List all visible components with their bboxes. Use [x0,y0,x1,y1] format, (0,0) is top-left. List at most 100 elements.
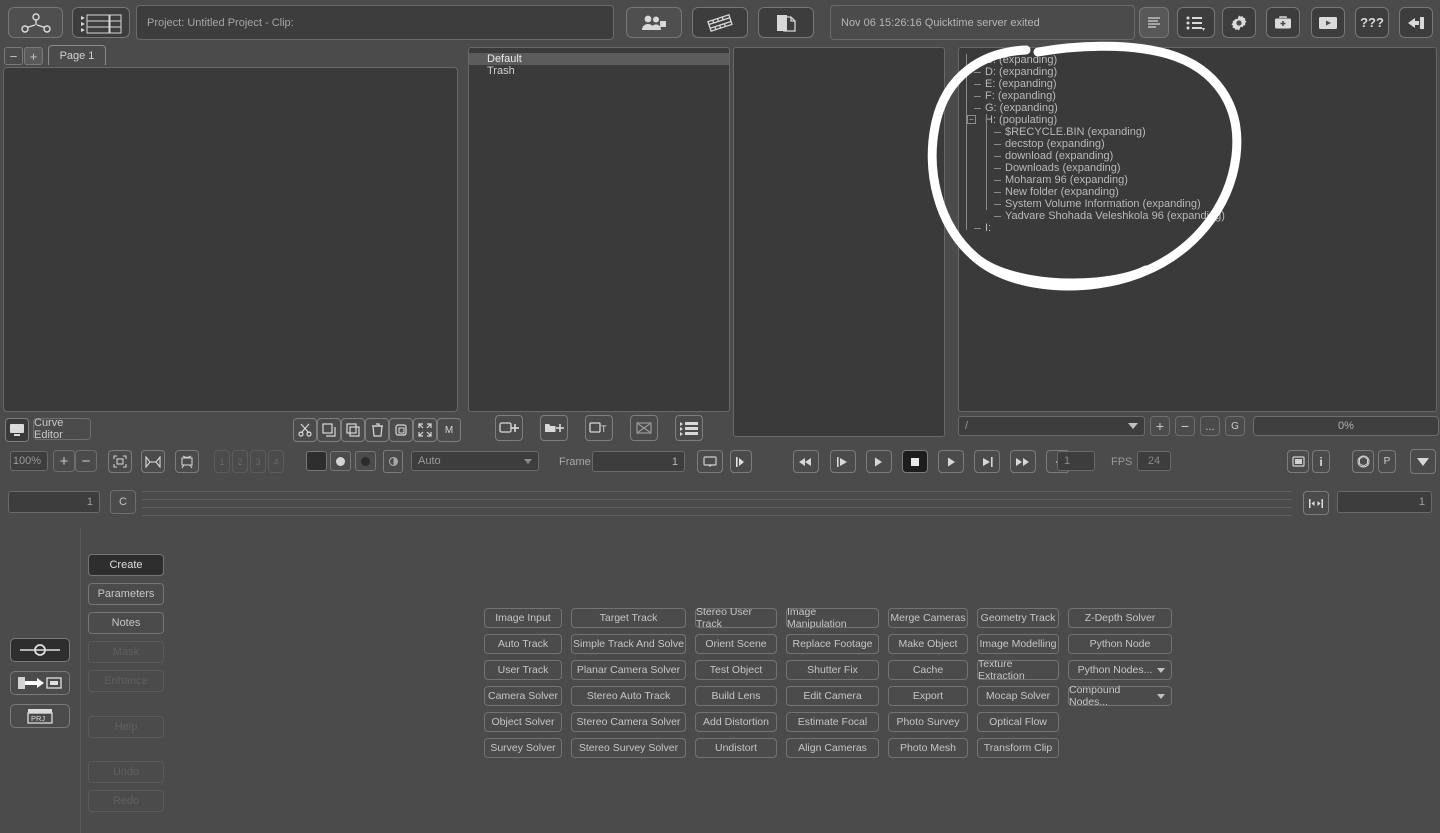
duplicate-icon[interactable] [389,418,413,442]
dropdown-icon[interactable] [1410,449,1436,474]
toolbox-icon[interactable] [1266,7,1300,38]
filter-dropdown[interactable]: Auto [411,451,539,471]
alpha-icon[interactable] [383,450,403,473]
node-button-geometry-track[interactable]: Geometry Track [977,608,1059,628]
remove-path-button[interactable]: − [1175,416,1195,436]
next-frame-icon[interactable] [974,450,1000,473]
fast-forward-icon[interactable] [1010,450,1036,473]
text-lines-icon[interactable] [1139,7,1169,38]
node-button-planar-camera-solver[interactable]: Planar Camera Solver [571,660,686,680]
file-tree-row[interactable]: System Volume Information (expanding) [967,198,1436,210]
keyframe-tool-icon[interactable] [10,638,70,662]
flip-view-icon[interactable] [141,450,165,473]
path-dropdown[interactable]: / [958,416,1145,436]
channel-2-button[interactable]: 2 [232,450,248,473]
file-tree-row[interactable]: decstop (expanding) [967,138,1436,150]
mask-button[interactable]: Mask [88,641,164,663]
undo-button[interactable]: Undo [88,761,164,783]
export-icon[interactable] [1399,7,1433,38]
timeline-end-field[interactable]: 1 [1337,491,1432,513]
step-field[interactable]: 1 [1057,451,1095,471]
fit-icon[interactable] [413,418,437,442]
file-tree-row[interactable]: E: (expanding) [967,78,1436,90]
bin-item-default[interactable]: Default [469,53,729,65]
zoom-in-button[interactable]: + [53,450,75,472]
node-button-photo-survey[interactable]: Photo Survey [888,712,968,732]
node-button-stereo-auto-track[interactable]: Stereo Auto Track [571,686,686,706]
range-icon[interactable] [1303,491,1329,515]
rename-clip-icon[interactable]: T [585,415,613,441]
timeline-c-button[interactable]: C [110,490,136,514]
node-button-user-track[interactable]: User Track [484,660,562,680]
file-tree-row[interactable]: G: (expanding) [967,102,1436,114]
fps-field[interactable]: 24 [1137,451,1171,471]
node-button-stereo-user-track[interactable]: Stereo User Track [695,606,777,630]
node-button-undistort[interactable]: Undistort [695,738,777,758]
node-button-simple-track-and-solve[interactable]: Simple Track And Solve [571,634,686,654]
fast-rewind-icon[interactable] [793,450,819,473]
node-button-make-object[interactable]: Make Object [888,634,968,654]
node-graph-canvas[interactable] [3,67,458,412]
node-button-python-node[interactable]: Python Node [1068,634,1172,654]
tree-expander-icon[interactable]: − [967,115,976,124]
set-range-icon[interactable] [697,450,723,473]
spreadsheet-icon[interactable] [72,7,130,38]
file-tree-row[interactable]: F: (expanding) [967,90,1436,102]
node-button-stereo-camera-solver[interactable]: Stereo Camera Solver [571,712,686,732]
enhance-button[interactable]: Enhance [88,670,164,692]
node-button-estimate-focal[interactable]: Estimate Focal [786,712,879,732]
node-button-add-distortion[interactable]: Add Distortion [695,712,777,732]
file-tree-row[interactable]: Moharam 96 (expanding) [967,174,1436,186]
info-icon[interactable]: i [1312,450,1330,473]
copy-page-icon[interactable] [758,7,814,38]
fit-view-icon[interactable] [108,450,132,473]
film-clip-icon[interactable] [692,7,748,38]
viewer-toggle-icon[interactable] [1287,450,1309,473]
delete-clip-icon[interactable] [630,415,658,441]
add-folder-icon[interactable] [540,415,568,441]
viewer-panel[interactable] [733,47,945,437]
play-forward-icon[interactable] [938,450,964,473]
swatch-grey[interactable] [330,451,351,471]
node-button-shutter-fix[interactable]: Shutter Fix [786,660,879,680]
node-button-test-object[interactable]: Test Object [695,660,777,680]
node-button-merge-cameras[interactable]: Merge Cameras [888,608,968,628]
copy-icon[interactable] [317,418,341,442]
play-reverse-icon[interactable] [866,450,892,473]
node-button-transform-clip[interactable]: Transform Clip [977,738,1059,758]
go-to-start-icon[interactable] [730,450,752,473]
node-button-image-manipulation[interactable]: Image Manipulation [786,606,879,630]
file-tree-row[interactable]: Downloads (expanding) [967,162,1436,174]
node-button-orient-scene[interactable]: Orient Scene [695,634,777,654]
remove-page-button[interactable]: − [4,47,23,65]
file-tree-row[interactable]: D: (expanding) [967,66,1436,78]
node-button-mocap-solver[interactable]: Mocap Solver [977,686,1059,706]
node-button-texture-extraction[interactable]: Texture Extraction [977,658,1059,682]
redo-button[interactable]: Redo [88,790,164,812]
node-graph-icon[interactable] [8,7,63,38]
perspective-icon[interactable]: P [1378,450,1396,473]
node-button-auto-track[interactable]: Auto Track [484,634,562,654]
add-clip-icon[interactable] [495,415,523,441]
file-tree-row[interactable]: $RECYCLE.BIN (expanding) [967,126,1436,138]
node-button-image-input[interactable]: Image Input [484,608,562,628]
project-title-field[interactable]: Project: Untitled Project - Clip: [136,5,614,40]
node-button-align-cameras[interactable]: Align Cameras [786,738,879,758]
monitor-icon[interactable] [5,418,29,442]
add-page-button[interactable]: + [24,47,43,65]
help-button[interactable]: Help [88,716,164,738]
node-button-object-solver[interactable]: Object Solver [484,712,562,732]
channel-4-button[interactable]: 4 [268,450,284,473]
node-button-export[interactable]: Export [888,686,968,706]
timeline-start-field[interactable]: 1 [8,491,100,513]
node-button-z-depth-solver[interactable]: Z-Depth Solver [1068,608,1172,628]
frame-field[interactable]: 1 [592,451,685,472]
play-icon[interactable] [1311,7,1345,38]
node-button-optical-flow[interactable]: Optical Flow [977,712,1059,732]
curve-editor-button[interactable]: Curve Editor [33,417,91,441]
node-button-compound-nodes[interactable]: Compound Nodes... [1068,684,1172,708]
file-browser-panel[interactable]: C: (expanding) D: (expanding) E: (expandin… [958,47,1437,412]
node-button-edit-camera[interactable]: Edit Camera [786,686,879,706]
swatch-dark[interactable] [355,451,376,471]
paste-icon[interactable] [341,418,365,442]
